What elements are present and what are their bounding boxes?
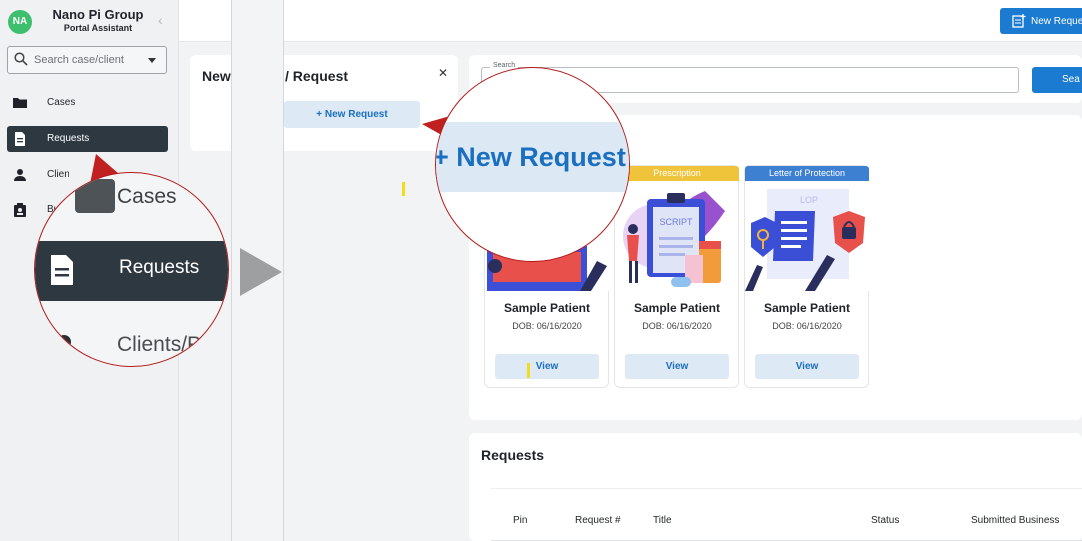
search-placeholder: Search case/client	[34, 54, 124, 66]
zoom-requests-label: Requests	[119, 257, 200, 278]
add-new-request-button[interactable]: + New Request	[284, 101, 420, 128]
zoom-clients-label: Clients/P	[117, 333, 202, 356]
card-tag: Prescription	[615, 166, 739, 181]
panel-title: New	[202, 68, 231, 84]
new-request-label: New Reques	[1031, 16, 1082, 27]
sidebar-item-label: Cases	[47, 97, 76, 108]
patient-name: Sample Patient	[633, 301, 721, 315]
document-icon	[15, 132, 25, 146]
view-button[interactable]: View	[755, 354, 859, 379]
avatar[interactable]: NA	[8, 10, 32, 34]
cursor-marker	[402, 182, 405, 196]
top-bar	[179, 0, 1082, 42]
lop-label: LOP	[800, 195, 818, 205]
brand-subtitle: Portal Assistant	[63, 23, 133, 33]
new-request-button[interactable]: New Reques	[1000, 8, 1082, 34]
next-step-arrow-icon	[240, 248, 282, 296]
case-client-search[interactable]: Search case/client	[7, 46, 167, 74]
new-document-icon	[1012, 14, 1026, 28]
column-header-status[interactable]: Status	[871, 515, 899, 526]
chevron-down-icon[interactable]	[148, 58, 156, 63]
sidebar-item-label: Clients/Pat	[47, 169, 69, 180]
collapse-chevron-icon[interactable]: ‹	[158, 12, 163, 28]
search-icon	[14, 52, 28, 66]
column-header-request-number[interactable]: Request #	[575, 515, 621, 526]
close-icon[interactable]: ✕	[438, 66, 448, 80]
zoom-button-text: + New Request	[435, 142, 626, 172]
card-tag: Letter of Protection	[745, 166, 869, 181]
panel-title-fragment: / Request	[285, 68, 349, 84]
badge-icon	[14, 203, 26, 217]
folder-icon	[75, 179, 115, 213]
patient-name: Sample Patient	[763, 301, 851, 315]
document-icon	[51, 255, 73, 285]
zoom-callout-sidebar: Cases Requests Clients/P	[34, 172, 229, 367]
requests-panel: Requests Pin Request # Title Status Subm…	[469, 433, 1082, 541]
patient-dob: DOB: 06/16/2020	[512, 321, 582, 331]
column-header-pin[interactable]: Pin	[513, 515, 527, 526]
person-icon	[14, 169, 26, 181]
request-card-lop[interactable]: Letter of Protection LOP Sample Patient …	[744, 165, 869, 388]
column-header-submitted-business[interactable]: Submitted Business	[971, 515, 1059, 526]
folder-icon	[13, 98, 27, 108]
brand: NA Nano Pi Group Portal Assistant ‹	[8, 6, 168, 40]
zoom-cases-label: Cases	[117, 185, 177, 208]
search-button[interactable]: Sea	[1032, 67, 1082, 93]
lop-illustration: LOP	[745, 181, 869, 291]
sidebar-item-requests[interactable]: Requests	[7, 126, 168, 152]
patient-dob: DOB: 06/16/2020	[642, 321, 712, 331]
requests-table: Pin Request # Title Status Submitted Bus…	[491, 488, 1082, 541]
person-icon	[57, 335, 71, 349]
request-card-prescription[interactable]: Prescription SCRIPT Sample Patient DOB: …	[614, 165, 739, 388]
brand-name: Nano Pi Group	[52, 7, 144, 22]
prescription-illustration: SCRIPT	[615, 181, 739, 291]
view-button[interactable]: View	[625, 354, 729, 379]
cursor-marker	[527, 363, 530, 378]
sidebar-item-cases[interactable]: Cases	[7, 90, 168, 116]
patient-name: Sample Patient	[503, 301, 591, 315]
view-button[interactable]: View	[495, 354, 599, 379]
script-label: SCRIPT	[659, 217, 693, 227]
patient-dob: DOB: 06/16/2020	[772, 321, 842, 331]
column-header-title[interactable]: Title	[653, 515, 672, 526]
requests-title: Requests	[481, 447, 545, 463]
zoom-callout-new-request: + New Request	[435, 67, 630, 262]
sidebar-item-label: Requests	[47, 133, 90, 144]
